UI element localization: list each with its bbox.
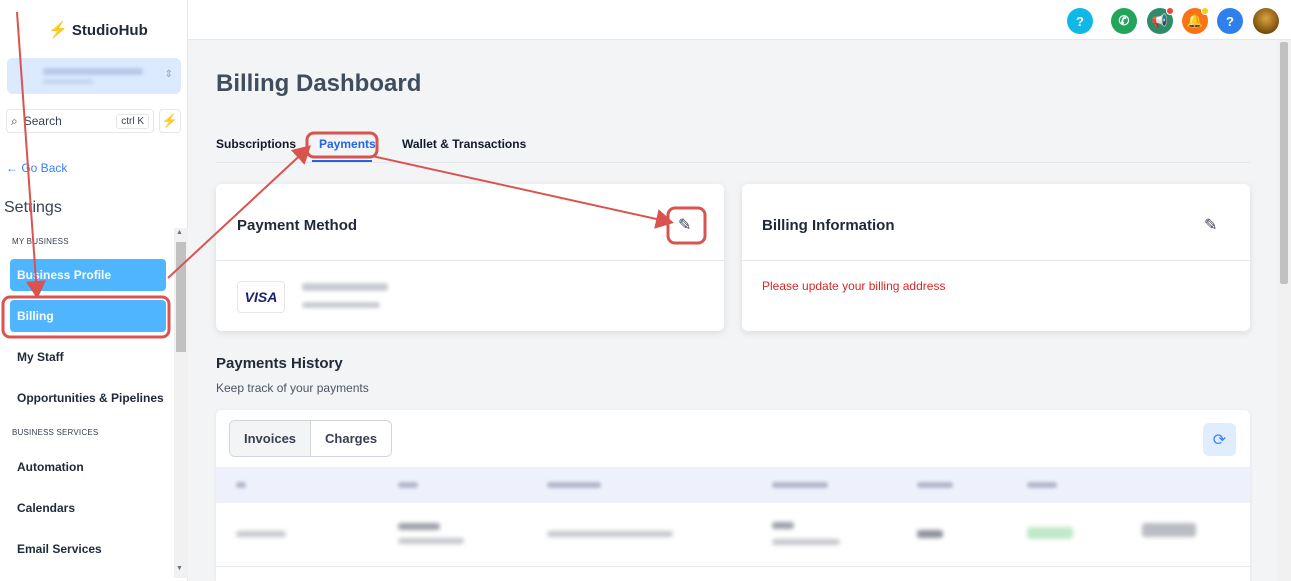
scroll-up-icon[interactable]: ▲ [176,229,183,236]
refresh-button[interactable]: ⟳ [1203,423,1236,456]
settings-title: Settings [4,199,62,216]
quick-actions-button[interactable]: ⚡ [159,109,181,133]
section-business-services: BUSINESS SERVICES [12,428,99,437]
table-cell [398,523,440,530]
scroll-down-icon[interactable]: ▼ [176,565,183,572]
table-cell [772,539,840,545]
edit-pencil-icon[interactable]: ✎ [678,215,691,235]
sidebar-item-opportunities[interactable]: Opportunities & Pipelines [17,391,164,405]
account-location-blurred [43,79,93,84]
table-cell [398,538,464,544]
segment-invoices[interactable]: Invoices [230,421,312,456]
card-expiry-blurred [302,302,380,308]
table-header-cell [1027,482,1057,488]
table-header-cell [398,482,418,488]
table-header-cell [772,482,828,488]
page-title: Billing Dashboard [216,70,422,97]
payments-history-subtitle: Keep track of your payments [216,381,369,395]
sidebar-item-billing[interactable]: Billing [10,300,166,332]
card-divider [216,260,724,261]
top-bar: ? ✆ 📢 🔔 ? [188,0,1291,40]
lightning-icon: ⚡ [161,113,179,128]
history-segment-control: Invoices Charges [229,420,393,457]
bell-icon[interactable]: 🔔 [1182,7,1209,34]
table-header-cell [547,482,601,488]
table-header-cell [236,482,246,488]
visa-logo: VISA [237,281,285,313]
tab-payments[interactable]: Payments [319,137,376,151]
segment-charges[interactable]: Charges [311,421,391,456]
chevron-updown-icon: ⇕ [164,69,173,80]
search-placeholder: Search [23,114,62,128]
edit-pencil-icon[interactable]: ✎ [1204,215,1217,235]
table-cell [917,530,943,538]
phone-icon[interactable]: ✆ [1111,8,1137,34]
sidebar-item-business-profile[interactable]: Business Profile [10,259,166,291]
table-row[interactable] [216,503,1250,567]
brand-name: StudioHub [71,21,148,39]
billing-tabs: Subscriptions Payments Wallet & Transact… [216,130,1250,163]
tab-wallet-transactions[interactable]: Wallet & Transactions [402,137,526,151]
table-cell [547,531,673,537]
go-back-label: Go Back [21,161,68,175]
megaphone-icon[interactable]: 📢 [1147,7,1174,34]
help-icon[interactable]: ? [1067,8,1093,34]
search-icon: ⌕ [11,113,18,128]
billing-address-warning: Please update your billing address [762,279,946,293]
page-scrollbar-thumb[interactable] [1280,42,1288,284]
sidebar: ⚡ StudioHub ⇕ ⌕ Search ctrl K ⚡ ← Go Bac… [0,0,188,581]
active-tab-indicator [312,160,372,162]
notification-dot [1201,7,1209,15]
sidebar-item-label: Business Profile [17,268,112,282]
sidebar-item-automation[interactable]: Automation [17,460,84,474]
payment-method-title: Payment Method [237,217,358,234]
notification-dot [1166,7,1174,15]
card-divider [742,260,1250,261]
card-number-blurred [302,283,388,291]
avatar[interactable] [1253,8,1279,34]
view-action[interactable] [1142,523,1196,537]
account-name-blurred [43,68,143,75]
section-my-business: MY BUSINESS [12,237,69,246]
table-cell [236,531,286,537]
refresh-icon: ⟳ [1212,431,1227,449]
status-badge [1027,527,1073,539]
brand-logo[interactable]: ⚡ StudioHub [48,20,148,40]
help-circle-icon[interactable]: ? [1217,8,1243,34]
payments-history-title: Payments History [216,355,343,372]
sidebar-item-email-services[interactable]: Email Services [17,542,102,556]
go-back-link[interactable]: ← Go Back [6,161,67,175]
sidebar-item-label: Billing [17,309,54,323]
search-input[interactable]: ⌕ Search ctrl K [6,109,154,133]
payment-method-card: Payment Method ✎ VISA [216,184,724,331]
sidebar-item-my-staff[interactable]: My Staff [17,350,64,364]
table-cell [772,522,794,529]
account-switcher[interactable]: ⇕ [7,58,181,94]
billing-info-card: Billing Information ✎ Please update your… [742,184,1250,331]
payments-history-table: Invoices Charges ⟳ [216,410,1250,581]
search-shortcut: ctrl K [116,113,149,129]
table-header-cell [917,482,953,488]
billing-info-title: Billing Information [762,217,895,234]
sidebar-scrollbar-thumb[interactable] [176,242,186,352]
sidebar-item-calendars[interactable]: Calendars [17,501,75,515]
tab-subscriptions[interactable]: Subscriptions [216,137,296,151]
table-header [216,467,1250,503]
bolt-logo-icon: ⚡ [48,22,68,39]
